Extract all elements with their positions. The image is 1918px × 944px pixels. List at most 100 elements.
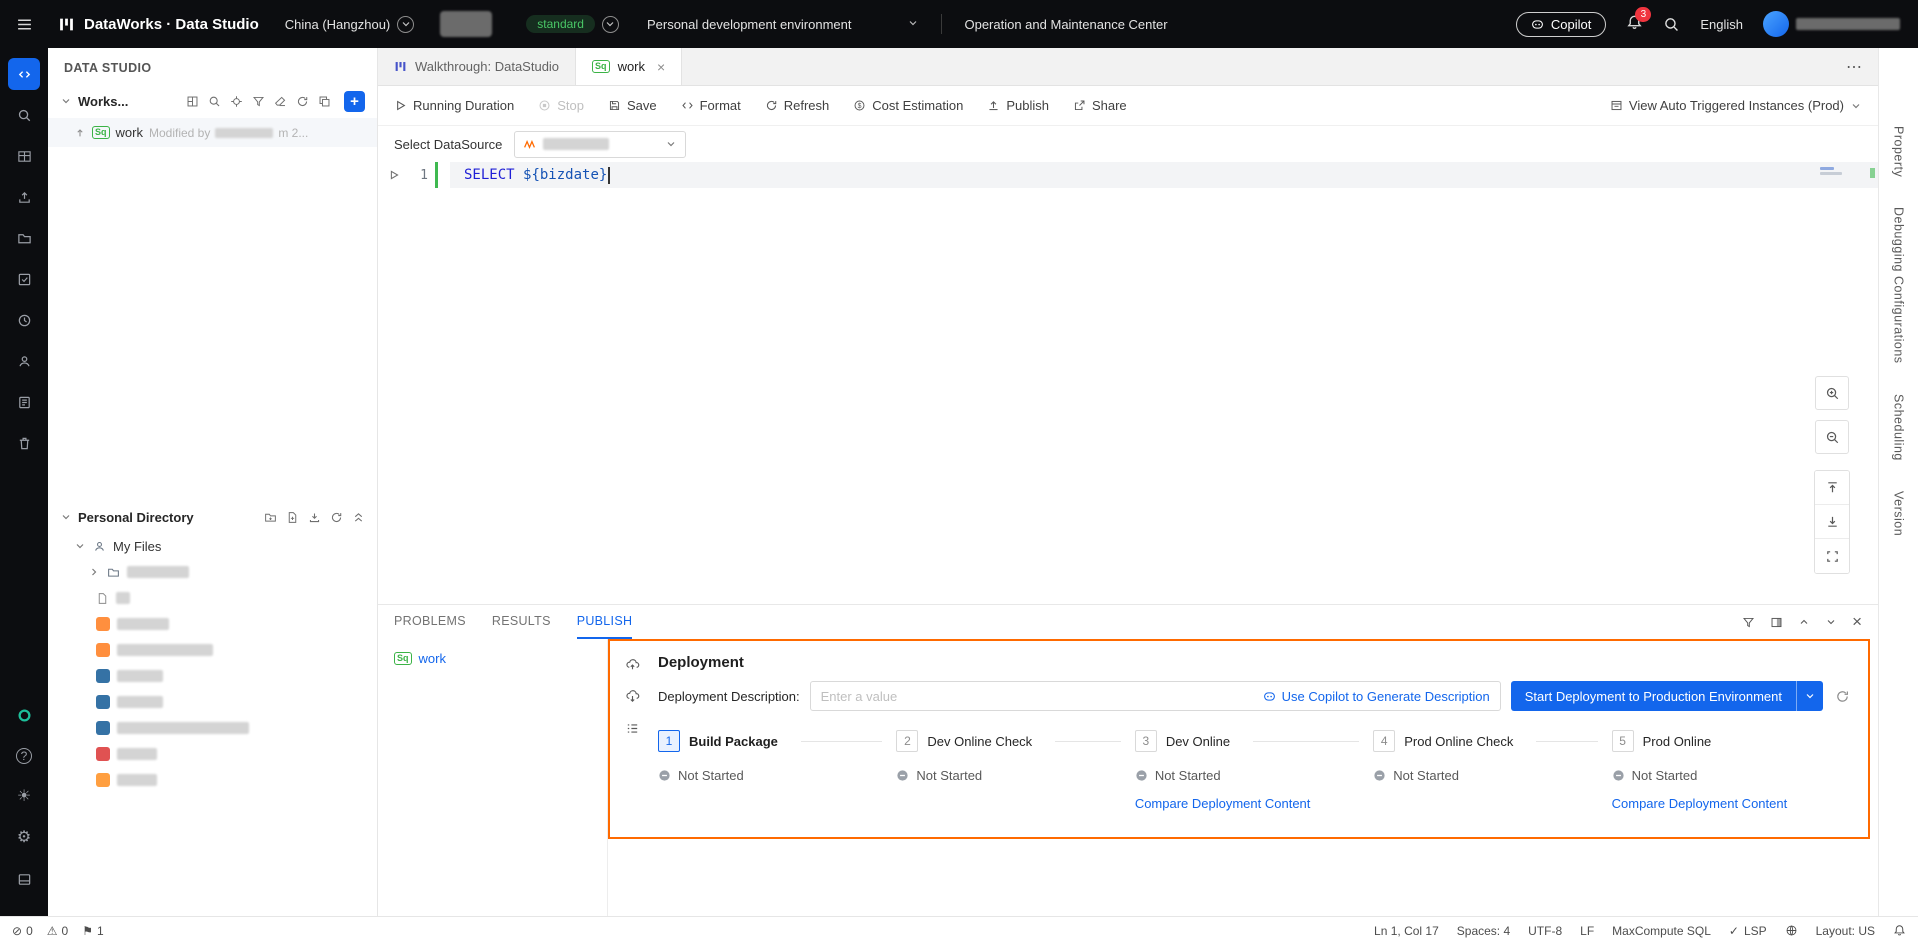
chevron-up-icon[interactable] (1798, 616, 1810, 628)
data-studio-icon[interactable] (8, 58, 40, 90)
new-file-icon[interactable] (286, 511, 299, 524)
tab-work[interactable]: Sq work × (576, 48, 682, 85)
code-editor[interactable]: 1 SELECT ${bizdate} (378, 162, 1878, 604)
table-icon[interactable] (8, 140, 40, 172)
layout-panel-icon[interactable] (8, 863, 40, 895)
refresh-icon[interactable] (330, 511, 343, 524)
eol-sequence[interactable]: LF (1580, 924, 1594, 938)
tree-node-python[interactable] (48, 689, 377, 715)
create-node-button[interactable]: + (344, 91, 365, 112)
error-count[interactable]: ⊘ 0 (12, 924, 33, 938)
region-selector[interactable]: China (Hangzhou) (285, 16, 415, 33)
tree-node-my-files[interactable]: My Files (48, 533, 377, 559)
filter-icon[interactable] (1742, 616, 1755, 629)
close-panel-icon[interactable]: × (1852, 612, 1862, 632)
format-button[interactable]: Format (681, 98, 741, 113)
tab-version[interactable]: Version (1892, 491, 1906, 536)
deployment-description-input[interactable] (821, 689, 1255, 704)
refresh-button[interactable]: Refresh (765, 98, 830, 113)
copilot-button[interactable]: Copilot (1516, 12, 1606, 37)
tab-walkthrough[interactable]: Walkthrough: DataStudio (378, 48, 576, 85)
language-mode[interactable]: MaxCompute SQL (1612, 924, 1711, 938)
tree-node-file-orange[interactable] (48, 767, 377, 793)
panel-layout-icon[interactable] (1770, 616, 1783, 629)
hamburger-menu-icon[interactable] (0, 0, 48, 48)
account-menu[interactable] (1763, 11, 1900, 37)
compare-deployment-content-link[interactable]: Compare Deployment Content (1135, 796, 1373, 811)
tree-node-file[interactable] (48, 585, 377, 611)
flag-count[interactable]: ⚑ 1 (82, 924, 103, 938)
compare-deployment-content-link[interactable]: Compare Deployment Content (1612, 796, 1850, 811)
import-icon[interactable] (308, 511, 321, 524)
cost-estimation-button[interactable]: $ Cost Estimation (853, 98, 963, 113)
zoom-in-button[interactable] (1815, 376, 1849, 410)
publish-button[interactable]: Publish (987, 98, 1049, 113)
recycle-bin-icon[interactable] (8, 427, 40, 459)
copilot-generate-link[interactable]: Use Copilot to Generate Description (1263, 689, 1490, 704)
save-button[interactable]: Save (608, 98, 657, 113)
theme-sun-icon[interactable]: ☀ (8, 781, 40, 813)
locate-icon[interactable] (230, 95, 243, 108)
status-bell-icon[interactable] (1893, 924, 1906, 937)
tree-node-folder[interactable] (48, 559, 377, 585)
scroll-to-top-button[interactable] (1815, 471, 1849, 505)
scroll-to-bottom-button[interactable] (1815, 505, 1849, 539)
publish-node-work[interactable]: Sq work (394, 651, 591, 666)
environment-selector[interactable]: Personal development environment (647, 17, 920, 32)
help-icon[interactable]: ? (8, 740, 40, 772)
env-badge[interactable]: standard (526, 15, 619, 33)
tree-node-file-red[interactable] (48, 741, 377, 767)
tab-publish[interactable]: PUBLISH (577, 605, 633, 639)
start-deployment-button[interactable]: Start Deployment to Production Environme… (1511, 681, 1823, 711)
cloud-upload-icon[interactable] (625, 657, 640, 672)
close-tab-icon[interactable]: × (657, 59, 665, 75)
share-button[interactable]: Share (1073, 98, 1127, 113)
deployment-options-dropdown[interactable] (1797, 681, 1823, 711)
tab-results[interactable]: RESULTS (492, 605, 551, 639)
view-instances-button[interactable]: View Auto Triggered Instances (Prod) (1610, 98, 1862, 113)
notebook-icon[interactable] (8, 386, 40, 418)
tree-node-notebook[interactable] (48, 611, 377, 637)
refresh-deployment-icon[interactable] (1835, 689, 1850, 704)
keyboard-layout[interactable]: Layout: US (1816, 924, 1875, 938)
search-icon[interactable] (208, 95, 221, 108)
lsp-status[interactable]: ✓ LSP (1729, 924, 1767, 938)
task-check-icon[interactable] (8, 263, 40, 295)
run-line-icon[interactable] (388, 169, 400, 181)
search-icon[interactable] (8, 99, 40, 131)
cloud-download-icon[interactable] (625, 689, 640, 704)
history-clock-icon[interactable] (8, 304, 40, 336)
more-tabs-icon[interactable]: ⋯ (1830, 48, 1878, 85)
tree-node-work[interactable]: Sq work Modified by m 2... (48, 118, 377, 147)
refresh-icon[interactable] (296, 95, 309, 108)
deploy-list-icon[interactable] (625, 721, 640, 736)
encoding[interactable]: UTF-8 (1528, 924, 1562, 938)
folder-icon[interactable] (8, 222, 40, 254)
tab-debugging-configurations[interactable]: Debugging Configurations (1892, 207, 1906, 364)
tree-node-notebook[interactable] (48, 637, 377, 663)
tree-node-python[interactable] (48, 715, 377, 741)
tab-property[interactable]: Property (1892, 126, 1906, 177)
clean-eraser-icon[interactable] (274, 95, 287, 108)
om-center-link[interactable]: Operation and Maintenance Center (964, 17, 1167, 32)
upload-icon[interactable] (8, 181, 40, 213)
settings-gear-icon[interactable]: ⚙ (8, 822, 40, 854)
new-folder-icon[interactable] (264, 511, 277, 524)
copilot-ring-icon[interactable] (8, 699, 40, 731)
fit-view-button[interactable] (1815, 539, 1849, 573)
warning-count[interactable]: ⚠ 0 (47, 924, 68, 938)
minimap[interactable] (1792, 167, 1852, 175)
language-selector[interactable]: English (1700, 17, 1743, 32)
tenant-user-icon[interactable] (8, 345, 40, 377)
filter-icon[interactable] (252, 95, 265, 108)
datasource-select[interactable] (514, 131, 686, 158)
indentation[interactable]: Spaces: 4 (1457, 924, 1510, 938)
code-line-1[interactable]: 1 SELECT ${bizdate} (378, 162, 1878, 188)
tab-problems[interactable]: PROBLEMS (394, 605, 466, 639)
chevron-down-icon[interactable] (1825, 616, 1837, 628)
code-text[interactable]: SELECT ${bizdate} (450, 162, 1878, 188)
expedite-search-icon[interactable] (1663, 16, 1680, 33)
tree-node-python[interactable] (48, 663, 377, 689)
chevron-down-icon[interactable] (60, 95, 72, 107)
running-duration-button[interactable]: Running Duration (394, 98, 514, 113)
